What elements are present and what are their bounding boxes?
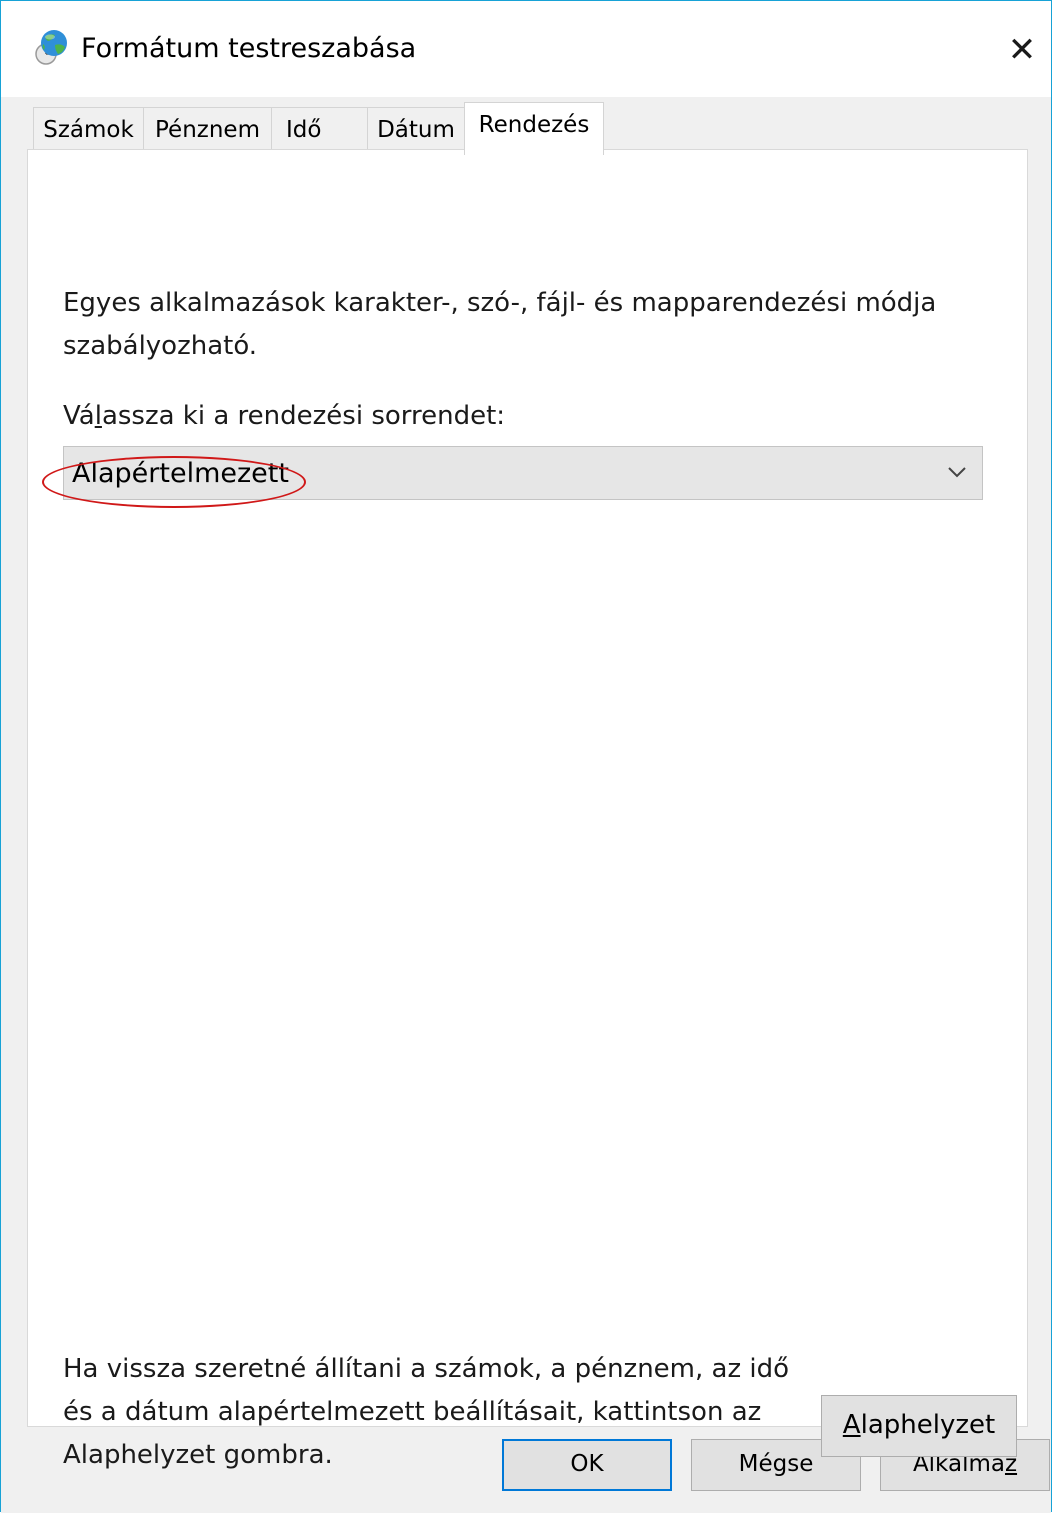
dialog-client-area: Számok Pénznem Idő Dátum Rendezés Egyes … (1, 97, 1051, 1513)
sorting-description: Egyes alkalmazások karakter-, szó-, fájl… (63, 288, 937, 361)
sort-order-dropdown[interactable]: Alapértelmezett (63, 446, 983, 500)
tab-penznem[interactable]: Pénznem (143, 107, 272, 149)
tab-szamok[interactable]: Számok (33, 107, 144, 149)
sort-order-selected-value: Alapértelmezett (72, 458, 289, 489)
tab-ido[interactable]: Idő (271, 107, 368, 149)
reset-button[interactable]: Alaphelyzet (821, 1395, 1017, 1457)
tab-datum[interactable]: Dátum (367, 107, 465, 149)
tab-panel-rendezes: Egyes alkalmazások karakter-, szó-, fájl… (27, 149, 1028, 1470)
format-dialog: Formátum testreszabása ✕ Számok Pénznem … (0, 0, 1052, 1513)
reset-description: Ha vissza szeretné állítani a számok, a … (63, 1354, 790, 1470)
window-title: Formátum testreszabása (81, 33, 417, 64)
tab-rendezes[interactable]: Rendezés (464, 102, 604, 155)
title-bar: Formátum testreszabása ✕ (1, 1, 1051, 97)
sort-order-label: Válassza ki a rendezési sorrendet: (63, 401, 506, 431)
chevron-down-icon (948, 467, 966, 478)
close-button[interactable]: ✕ (993, 21, 1051, 79)
globe-clock-icon (35, 30, 67, 65)
